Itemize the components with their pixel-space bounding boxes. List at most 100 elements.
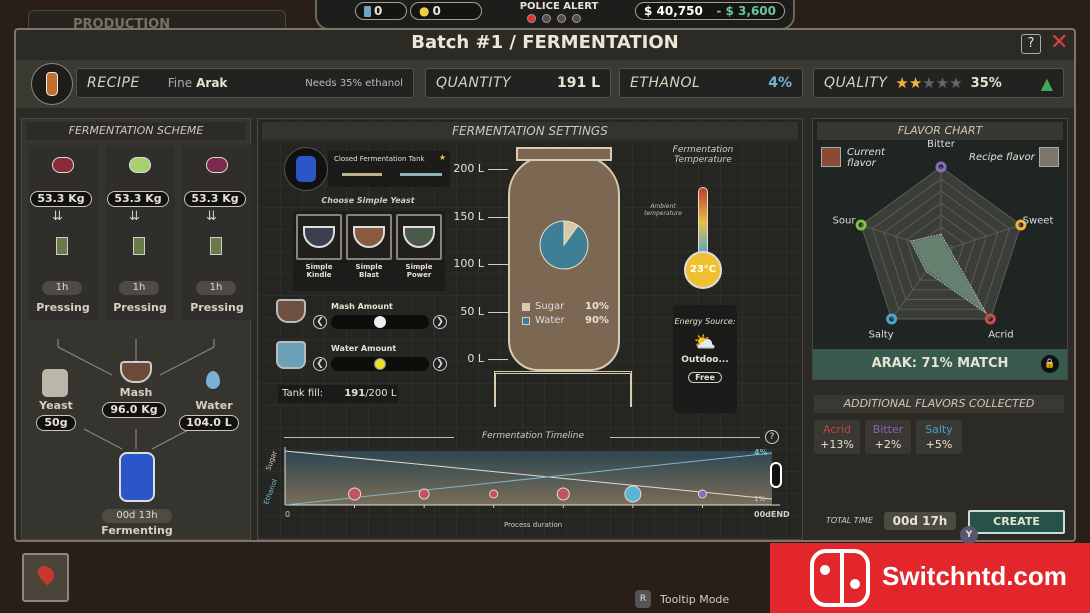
recipe-box: RECIPE Fine Arak Needs 35% ethanol <box>76 68 414 98</box>
switch-logo-icon <box>810 549 870 607</box>
efficiency-bar <box>400 173 442 176</box>
help-button[interactable]: ? <box>1021 34 1041 54</box>
close-button[interactable]: ✕ <box>1050 30 1068 55</box>
timeline-event[interactable] <box>556 487 570 501</box>
timeline-event[interactable] <box>624 485 642 503</box>
timeline-event[interactable] <box>348 487 362 501</box>
timeline-help-button[interactable]: ? <box>765 430 779 444</box>
thermometer <box>698 187 708 257</box>
legend-swatch <box>522 302 530 311</box>
map-button[interactable] <box>22 553 69 602</box>
tank-selector[interactable]: Closed Fermentation Tank ★ <box>328 151 450 187</box>
recipe-bottle-icon <box>31 63 73 105</box>
water-slider[interactable] <box>331 357 429 371</box>
mash-bowl-icon <box>276 299 306 323</box>
tank-fill: Tank fill: 191/200 L <box>278 385 398 403</box>
watermark-banner: Switchntd.com <box>770 543 1090 613</box>
quality-stars: ★★★★★ <box>895 74 962 92</box>
scale-tick <box>488 169 508 170</box>
window-title: Batch #1 / FERMENTATION <box>411 32 679 53</box>
yeast-selector: Simple Kindle Simple Blast Simple Power <box>293 211 445 291</box>
ferment-time: 00d 13h <box>102 509 172 523</box>
mix-legend-item: Sugar 10% <box>522 301 612 312</box>
ethanol-end-label: 4% <box>754 448 768 457</box>
yeast-option[interactable] <box>296 214 342 260</box>
top-hud: 0 ● 0 POLICE ALERT $ 40,750- $ 3,600 <box>315 0 795 30</box>
yeast-bowl-icon <box>403 226 435 248</box>
weather-cloud-sun-icon: ⛅ <box>693 332 717 353</box>
tank-icon[interactable] <box>284 147 328 191</box>
timeline-event[interactable] <box>418 488 430 500</box>
axis-label: Bitter <box>927 139 956 150</box>
battery-icon <box>364 5 371 17</box>
timeline-event[interactable] <box>489 489 499 499</box>
fermentation-tank-icon <box>119 452 155 502</box>
battery-counter: 0 <box>355 2 407 20</box>
water-drop-icon <box>206 371 220 389</box>
star-icon: ★ <box>949 74 963 92</box>
barrel-stand <box>494 371 632 407</box>
bulb-counter: ● 0 <box>410 2 482 20</box>
mash-slider[interactable] <box>331 315 429 329</box>
mash-increase-button[interactable]: ❯ <box>433 315 447 329</box>
pie-slice <box>539 220 589 270</box>
yeast-option[interactable] <box>396 214 442 260</box>
timeline-event[interactable] <box>697 489 707 499</box>
panel-title: FERMENTATION SETTINGS <box>262 122 798 140</box>
sugar-end-label: 1% <box>754 495 765 503</box>
r-button-icon: R <box>635 590 651 608</box>
additional-flavor-chip: Acrid +13% <box>814 420 860 454</box>
mix-legend-item: Water 90% <box>522 315 612 326</box>
water-amount: 104.0 L <box>179 415 239 431</box>
scale-label: 200 L <box>453 162 484 175</box>
additional-flavor-chip: Salty +5% <box>916 420 962 454</box>
yeast-bowl-icon <box>353 226 385 248</box>
yeast-jar-icon <box>42 369 68 397</box>
axis-label: Salty <box>868 330 893 341</box>
scale-tick <box>488 216 508 218</box>
energy-source-button[interactable]: Energy Source: ⛅ Outdoo... Free <box>673 305 737 413</box>
total-time: 00d 17h <box>884 512 956 530</box>
star-icon: ★ <box>438 153 446 162</box>
tooltip-mode-label[interactable]: Tooltip Mode <box>660 593 729 606</box>
yeast-option[interactable] <box>346 214 392 260</box>
durability-bar <box>342 173 382 176</box>
map-pin-icon <box>34 562 57 586</box>
additional-flavors-title: ADDITIONAL FLAVORS COLLECTED <box>814 395 1064 413</box>
yeast-amount: 50g <box>36 415 76 431</box>
police-alert-label: POLICE ALERT <box>519 1 599 12</box>
fermentation-scheme-panel: FERMENTATION SCHEME 53.3 Kg ⇊ 1h Pressing 53… <box>21 118 252 540</box>
police-alert-light <box>542 14 551 23</box>
axis-label: Sweet <box>1023 215 1054 226</box>
mash-decrease-button[interactable]: ❮ <box>313 315 327 329</box>
quality-up-arrow-icon: ▲ <box>1040 73 1053 93</box>
scale-label: 50 L <box>460 304 484 318</box>
water-bucket-icon <box>276 341 306 369</box>
create-button[interactable]: CREATE <box>968 510 1065 534</box>
scale-tick <box>488 359 508 360</box>
y-button-icon: Y <box>960 526 978 544</box>
scale-label: 0 L <box>467 352 484 365</box>
police-alert-light <box>572 14 581 23</box>
scale-label: 100 L <box>453 257 484 270</box>
panel-title: FLAVOR CHART <box>817 122 1063 140</box>
star-icon: ★ <box>935 74 950 92</box>
flavor-chart-panel: FLAVOR CHART Current flavor Recipe flavo… <box>812 118 1068 380</box>
water-increase-button[interactable]: ❯ <box>433 357 447 371</box>
legend-swatch <box>522 316 530 325</box>
info-bar: RECIPE Fine Arak Needs 35% ethanol QUANT… <box>16 60 1074 108</box>
scale-label: 150 L <box>453 209 484 223</box>
fermentation-settings-panel: FERMENTATION SETTINGS Closed Fermentatio… <box>257 118 803 540</box>
quality-box: QUALITY ★★★★★ 35% ▲ <box>813 68 1064 98</box>
x-end-label: 00dEND <box>754 510 790 519</box>
ethanol-axis-label: Ethanol <box>262 478 279 506</box>
match-bar: ARAK: 71% MATCH 🔒 <box>813 349 1067 379</box>
bulb-icon: ● <box>419 4 430 18</box>
x-start-label: 0 <box>285 510 290 519</box>
fermentation-timeline-chart: 0 00dEND Process duration 4% 1% Sugar Ethanol <box>262 447 790 529</box>
timeline-scrubber[interactable] <box>770 462 782 488</box>
water-decrease-button[interactable]: ❮ <box>313 357 327 371</box>
barrel-lid <box>516 147 612 161</box>
yeast-bowl-icon <box>303 226 335 248</box>
lock-icon[interactable]: 🔒 <box>1041 355 1059 373</box>
